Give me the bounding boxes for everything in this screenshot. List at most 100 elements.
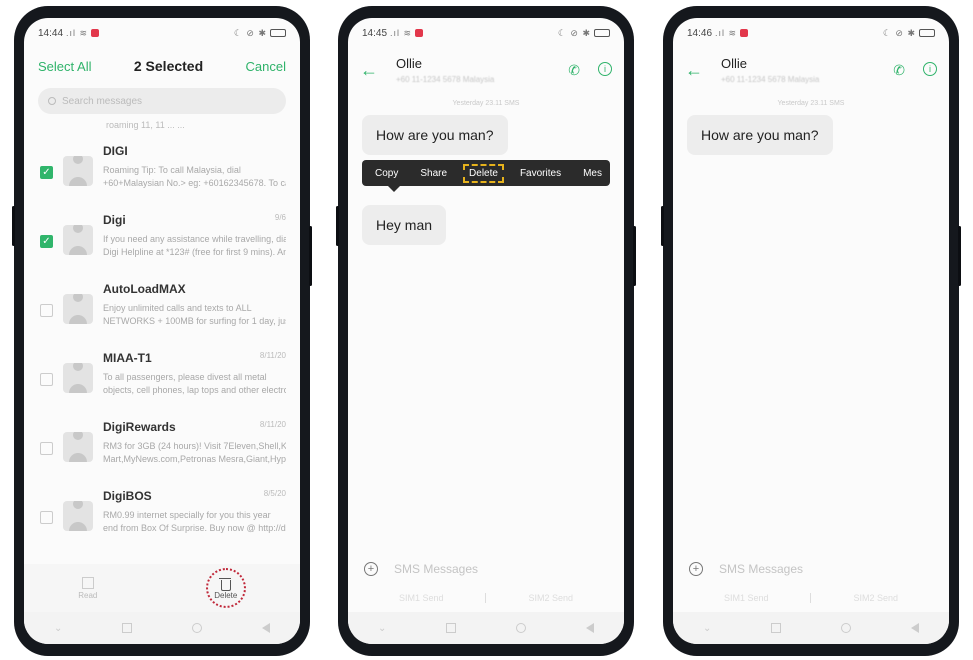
- sim2-send-button[interactable]: SIM2 Send: [528, 593, 573, 603]
- phone-call-icon[interactable]: ✆: [568, 62, 580, 79]
- avatar: [63, 156, 93, 186]
- message-snippet-line: Roaming Tip: To call Malaysia, dial: [103, 165, 241, 175]
- message-snippet-line: To all passengers, please divest all met…: [103, 372, 267, 382]
- search-input[interactable]: Search messages: [38, 88, 286, 114]
- recents-icon[interactable]: [771, 623, 782, 633]
- menu-item-copy[interactable]: Copy: [375, 168, 398, 179]
- message-snippet-line: Digi Helpline at *123# (free for first 9…: [103, 247, 286, 257]
- status-bar: 14:44 .ıl ≋ ☾ ⊘ ✱: [24, 18, 300, 48]
- read-icon: [81, 576, 94, 589]
- compose-bar[interactable]: + SMS Messages: [673, 554, 949, 584]
- send-options: SIM1 Send SIM2 Send: [673, 588, 949, 608]
- sim2-send-button[interactable]: SIM2 Send: [853, 593, 898, 603]
- message-snippet-line: RM3 for 3GB (24 hours)! Visit 7Eleven,Sh…: [103, 441, 286, 451]
- chevron-down-icon[interactable]: ⌄: [54, 623, 62, 634]
- notification-icon: [91, 29, 100, 37]
- back-icon[interactable]: [262, 623, 270, 633]
- compose-placeholder: SMS Messages: [719, 562, 804, 576]
- status-time: 14:46: [687, 27, 713, 39]
- row-checkbox[interactable]: [40, 442, 53, 455]
- chevron-down-icon[interactable]: ⌄: [703, 623, 711, 634]
- message-snippet-line: NETWORKS + 100MB for surfing for 1 day, …: [103, 316, 286, 326]
- menu-item-favorites[interactable]: Favorites: [520, 168, 561, 179]
- row-checkbox[interactable]: [40, 511, 53, 524]
- menu-pointer: [388, 186, 400, 192]
- avatar: [63, 294, 93, 324]
- search-placeholder: Search messages: [62, 95, 143, 107]
- status-time: 14:45: [362, 27, 388, 39]
- message-date: 8/5/20: [263, 489, 286, 498]
- phone-3-screen: 14:46 .ıl ≋ ☾ ⊘ ✱ ← Ollie +60 11-1234 567…: [673, 18, 949, 644]
- sim1-send-button[interactable]: SIM1 Send: [724, 593, 769, 603]
- message-snippet-line: Enjoy unlimited calls and texts to ALL: [103, 303, 252, 313]
- recents-icon[interactable]: [446, 623, 457, 633]
- recents-icon[interactable]: [122, 623, 133, 633]
- row-checkbox[interactable]: [40, 304, 53, 317]
- message-row[interactable]: DigiRewards 8/11/20 RM3 for 3GB (24 hours…: [24, 410, 300, 479]
- chat-header: ← Ollie +60 11-1234 5678 Malaysia ✆ i: [673, 48, 949, 94]
- home-icon[interactable]: [192, 623, 203, 633]
- message-row[interactable]: MIAA-T1 8/11/20 To all passengers, please…: [24, 341, 300, 410]
- menu-item-share[interactable]: Share: [420, 168, 447, 179]
- message-bubble[interactable]: How are you man?: [362, 115, 508, 155]
- plus-icon[interactable]: +: [689, 562, 703, 576]
- back-arrow-icon[interactable]: ←: [360, 60, 378, 81]
- menu-item-more[interactable]: Mes: [583, 168, 602, 179]
- message-snippet-line: If you need any assistance while travell…: [103, 234, 286, 244]
- read-label: Read: [78, 590, 98, 600]
- chevron-down-icon[interactable]: ⌄: [378, 623, 386, 634]
- message-row[interactable]: AutoLoadMAX Enjoy unlimited calls and te…: [24, 272, 300, 341]
- compose-placeholder: SMS Messages: [394, 562, 479, 576]
- delete-button[interactable]: Delete: [205, 568, 246, 608]
- avatar: [63, 432, 93, 462]
- sender-name: DigiRewards: [103, 420, 176, 434]
- system-nav-bar: ⌄: [348, 612, 624, 644]
- sender-name: MIAA-T1: [103, 351, 152, 365]
- back-arrow-icon[interactable]: ←: [685, 60, 703, 81]
- list-item-partial: roaming 11, 11 ... ...: [106, 120, 185, 130]
- chat-header: ← Ollie +60 11-1234 5678 Malaysia ✆ i: [348, 48, 624, 94]
- menu-item-delete[interactable]: Delete: [463, 163, 504, 183]
- message-row[interactable]: DigiBOS 8/5/20 RM0.99 internet specially …: [24, 479, 300, 548]
- search-icon: [48, 97, 56, 105]
- select-all-button[interactable]: Select All: [38, 59, 91, 74]
- notification-icon: [415, 29, 424, 37]
- sender-name: AutoLoadMAX: [103, 282, 186, 296]
- phone-call-icon[interactable]: ✆: [893, 62, 905, 79]
- phone-1-screen: 14:44 .ıl ≋ ☾ ⊘ ✱ Select All 2 Selected C…: [24, 18, 300, 644]
- message-snippet-line: +60+Malaysian No.> eg: +60162345678. To …: [103, 178, 286, 188]
- back-icon[interactable]: [911, 623, 919, 633]
- battery-icon: [270, 29, 286, 37]
- message-date: 8/11/20: [259, 351, 286, 360]
- send-options: SIM1 Send SIM2 Send: [348, 588, 624, 608]
- row-checkbox[interactable]: [40, 373, 53, 386]
- home-icon[interactable]: [516, 623, 527, 633]
- sender-name: Digi: [103, 213, 126, 227]
- contact-name: Ollie: [396, 56, 423, 71]
- row-checkbox[interactable]: ✓: [40, 235, 53, 248]
- message-row[interactable]: ✓ Digi 9/6 If you need any assistance whi…: [24, 203, 300, 272]
- info-icon[interactable]: i: [923, 62, 937, 76]
- info-icon[interactable]: i: [598, 62, 612, 76]
- phone-2: 14:45 .ıl ≋ ☾ ⊘ ✱ ← Ollie +60 11-1234 567…: [336, 6, 636, 656]
- selection-title: 2 Selected: [133, 58, 204, 74]
- message-bubble[interactable]: How are you man?: [687, 115, 833, 155]
- bulk-action-bar: Read Delete: [24, 564, 300, 612]
- trash-icon: [218, 577, 233, 591]
- row-checkbox[interactable]: ✓: [40, 166, 53, 179]
- contact-number: +60 11-1234 5678 Malaysia: [721, 75, 820, 84]
- home-icon[interactable]: [841, 623, 852, 633]
- battery-icon: [594, 29, 610, 37]
- plus-icon[interactable]: +: [364, 562, 378, 576]
- back-icon[interactable]: [586, 623, 594, 633]
- message-row[interactable]: ✓ DIGI Roaming Tip: To call Malaysia, di…: [24, 134, 300, 203]
- contact-name: Ollie: [721, 56, 748, 71]
- compose-bar[interactable]: + SMS Messages: [348, 554, 624, 584]
- sim1-send-button[interactable]: SIM1 Send: [399, 593, 444, 603]
- message-snippet-line: objects, cell phones, lap tops and other…: [103, 385, 286, 395]
- read-button[interactable]: Read: [78, 576, 98, 600]
- cancel-button[interactable]: Cancel: [246, 59, 286, 74]
- delete-label: Delete: [214, 590, 238, 600]
- system-nav-bar: ⌄: [673, 612, 949, 644]
- message-bubble-selected[interactable]: Hey man: [362, 205, 447, 245]
